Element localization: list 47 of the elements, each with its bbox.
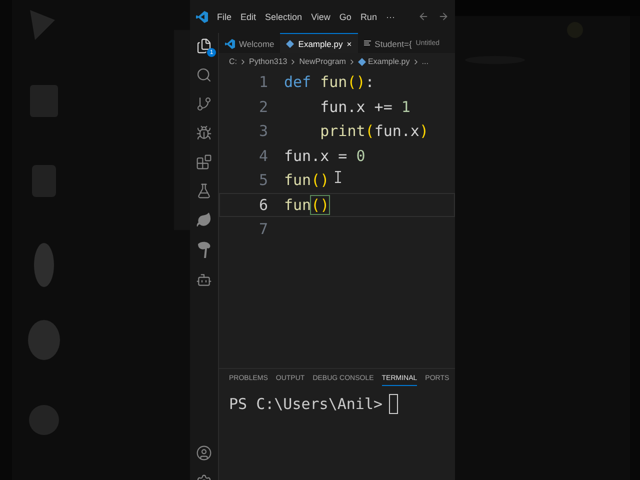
code-line: def fun(): <box>284 73 374 92</box>
breadcrumb-item[interactable]: ... <box>422 57 428 66</box>
line-number: 6 <box>258 196 268 214</box>
breadcrumb-item[interactable]: Example.py <box>368 57 410 66</box>
robot-icon[interactable] <box>196 272 212 288</box>
files-icon[interactable] <box>196 38 212 54</box>
account-icon[interactable] <box>196 445 212 461</box>
text-cursor-icon <box>335 171 341 183</box>
code-line: fun.x = 0 <box>284 146 366 165</box>
extensions-icon[interactable] <box>196 154 212 170</box>
line-number: 5 <box>258 171 268 190</box>
breadcrumb-item[interactable]: NewProgram <box>299 57 346 66</box>
line-number: 2 <box>258 98 268 116</box>
file-type-icon <box>286 40 294 48</box>
logo-icon <box>225 38 235 48</box>
menu-item[interactable]: File <box>217 12 232 22</box>
menu-item[interactable]: Run <box>360 12 377 22</box>
branch-icon[interactable] <box>196 96 212 112</box>
search-icon[interactable] <box>196 67 212 83</box>
breadcrumb-item[interactable]: Python313 <box>249 57 288 66</box>
close-icon[interactable]: × <box>346 38 352 48</box>
menu-item[interactable]: Go <box>339 12 352 22</box>
line-number: 4 <box>258 146 268 165</box>
editor-tab[interactable]: Example.py × <box>280 33 358 53</box>
terminal-cursor <box>388 394 398 414</box>
forward-arrow-icon[interactable] <box>438 11 449 22</box>
code-line: fun() <box>284 196 330 214</box>
text-file-icon <box>364 40 371 47</box>
code-line: print(fun.x) <box>319 122 428 140</box>
line-number: 3 <box>258 122 268 140</box>
chevron-icon <box>239 58 247 66</box>
breadcrumb-item[interactable]: C: <box>229 57 237 66</box>
menu-item[interactable]: ··· <box>386 12 395 22</box>
menu-item[interactable]: View <box>311 12 330 22</box>
file-type-icon <box>358 58 366 66</box>
leaf-icon[interactable] <box>196 212 212 228</box>
menu-item[interactable]: Selection <box>265 12 302 22</box>
bug-icon[interactable] <box>196 125 212 141</box>
logo-icon <box>196 10 208 22</box>
line-number: 7 <box>258 220 268 238</box>
menu-item[interactable]: Edit <box>240 12 256 22</box>
code-line: fun() <box>284 171 330 190</box>
code-line: fun.x += 1 <box>319 98 410 116</box>
terminal-prompt: PS C:\Users\Anil> <box>229 395 383 413</box>
line-number: 1 <box>258 73 268 92</box>
flask-icon[interactable] <box>196 183 212 199</box>
back-arrow-icon[interactable] <box>418 11 429 22</box>
